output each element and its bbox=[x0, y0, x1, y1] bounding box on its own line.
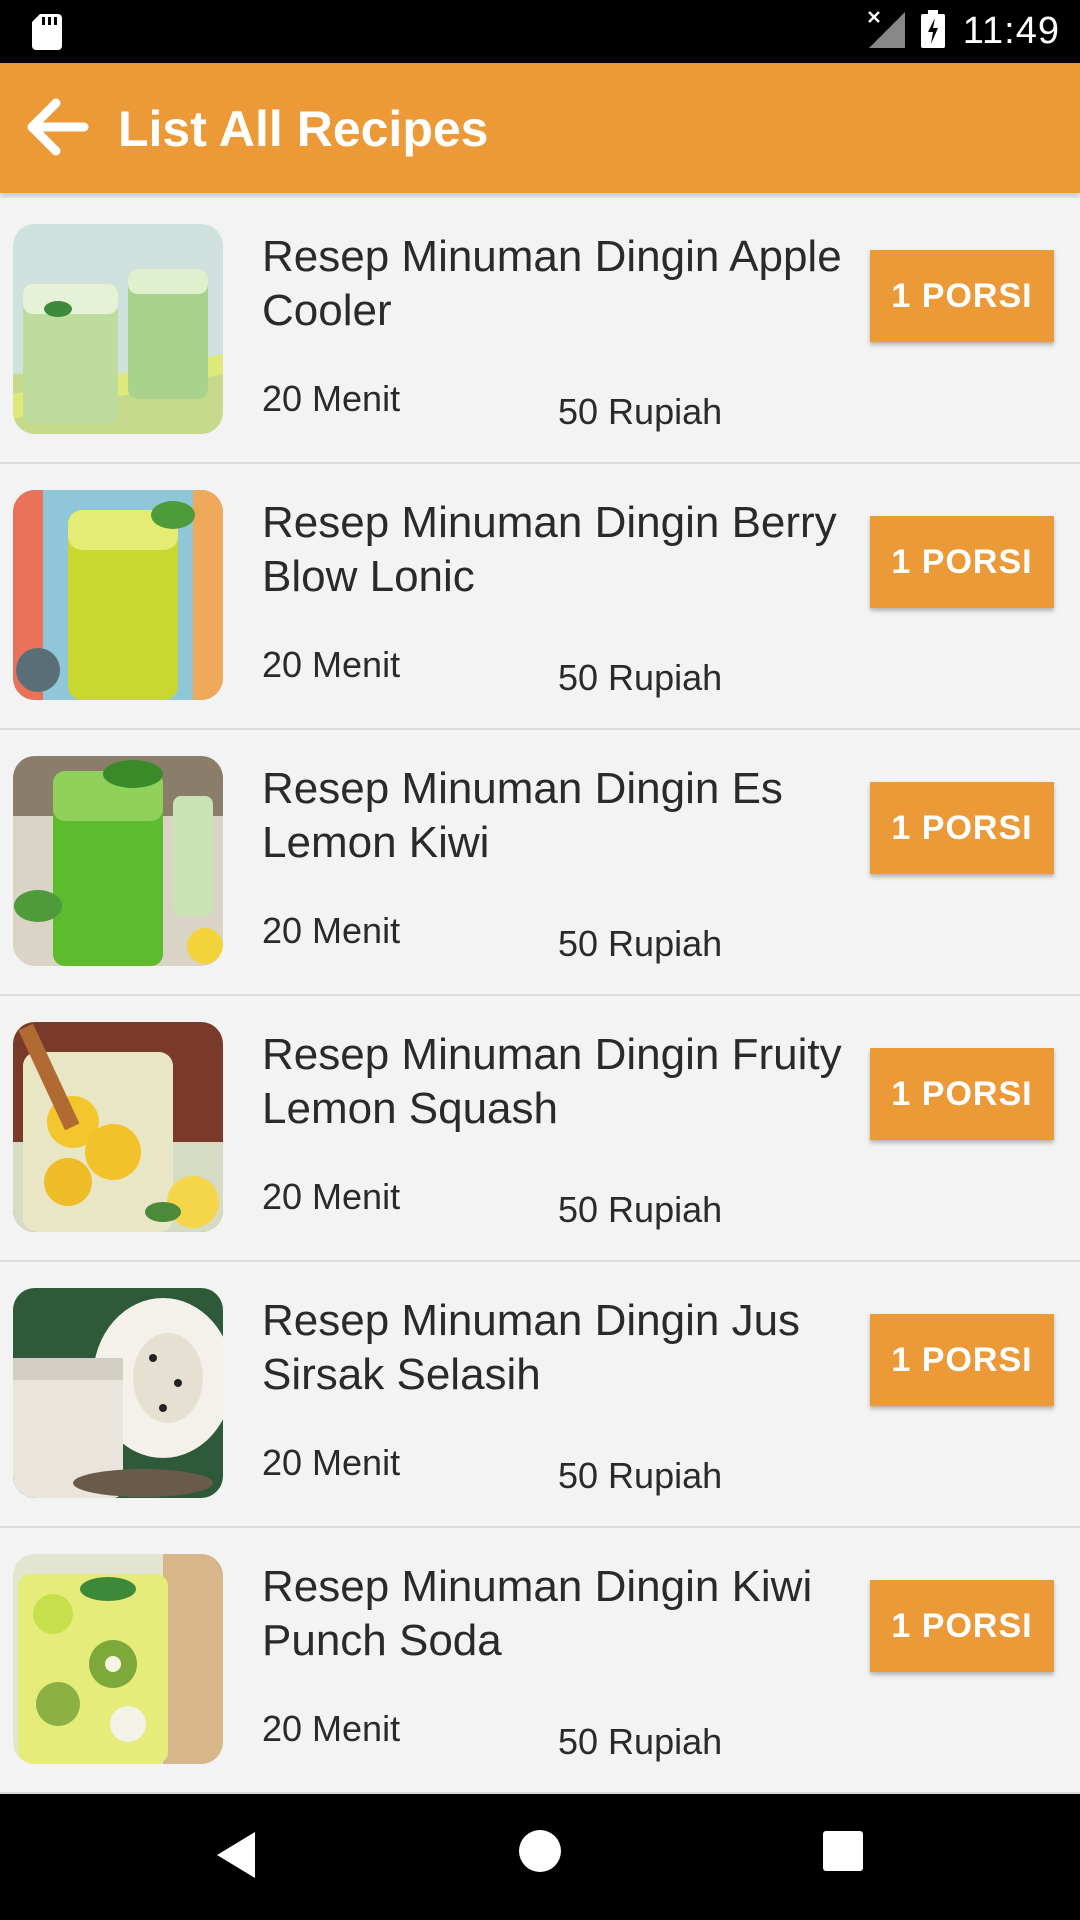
signal-icon bbox=[867, 10, 905, 53]
porsi-button[interactable]: 1 PORSI bbox=[870, 1314, 1054, 1406]
porsi-button[interactable]: 1 PORSI bbox=[870, 1580, 1054, 1672]
recipe-title: Resep Minuman Dingin Berry Blow Lonic bbox=[262, 498, 837, 601]
nav-back-icon bbox=[217, 1832, 255, 1878]
nav-recents-button[interactable] bbox=[823, 1831, 863, 1876]
status-bar: 11:49 bbox=[0, 0, 1080, 63]
battery-charging-icon bbox=[920, 10, 945, 53]
recipe-title: Resep Minuman Dingin Apple Cooler bbox=[262, 232, 842, 335]
recipe-time: 20 Menit bbox=[262, 910, 401, 951]
recipe-title: Resep Minuman Dingin Fruity Lemon Squash bbox=[262, 1030, 842, 1133]
list-item[interactable]: Resep Minuman Dingin Apple Cooler 20 Men… bbox=[0, 198, 1080, 464]
list-item[interactable]: Resep Minuman Dingin Kiwi Punch Soda 20 … bbox=[0, 1528, 1080, 1794]
status-clock: 11:49 bbox=[962, 10, 1060, 52]
recipe-title: Resep Minuman Dingin Kiwi Punch Soda bbox=[262, 1562, 813, 1665]
nav-home-button[interactable] bbox=[518, 1829, 562, 1878]
recipe-time: 20 Menit bbox=[262, 1176, 401, 1217]
app-bar: List All Recipes bbox=[0, 63, 1080, 193]
list-item[interactable]: Resep Minuman Dingin Jus Sirsak Selasih … bbox=[0, 1262, 1080, 1528]
recipe-time: 20 Menit bbox=[262, 1708, 401, 1749]
recipe-list: Resep Minuman Dingin Apple Cooler 20 Men… bbox=[0, 198, 1080, 1794]
recipe-time: 20 Menit bbox=[262, 1442, 401, 1483]
navigation-bar bbox=[0, 1794, 1080, 1920]
recipe-image bbox=[13, 1288, 223, 1498]
recipe-price: 50 Rupiah bbox=[558, 923, 723, 964]
recipe-image bbox=[13, 224, 223, 434]
porsi-button[interactable]: 1 PORSI bbox=[870, 782, 1054, 874]
list-item[interactable]: Resep Minuman Dingin Fruity Lemon Squash… bbox=[0, 996, 1080, 1262]
arrow-back-icon bbox=[27, 98, 89, 156]
nav-recents-icon bbox=[823, 1831, 863, 1871]
porsi-button[interactable]: 1 PORSI bbox=[870, 516, 1054, 608]
recipe-price: 50 Rupiah bbox=[558, 657, 723, 698]
porsi-button[interactable]: 1 PORSI bbox=[870, 250, 1054, 342]
recipe-price: 50 Rupiah bbox=[558, 1189, 723, 1230]
recipe-image bbox=[13, 490, 223, 700]
nav-back-button[interactable] bbox=[215, 1830, 257, 1885]
list-item[interactable]: Resep Minuman Dingin Berry Blow Lonic 20… bbox=[0, 464, 1080, 730]
page-title: List All Recipes bbox=[118, 101, 489, 157]
sd-card-icon bbox=[32, 14, 62, 55]
back-button[interactable] bbox=[26, 95, 90, 159]
recipe-image bbox=[13, 1554, 223, 1764]
recipe-time: 20 Menit bbox=[262, 644, 401, 685]
porsi-button[interactable]: 1 PORSI bbox=[870, 1048, 1054, 1140]
recipe-title: Resep Minuman Dingin Es Lemon Kiwi bbox=[262, 764, 783, 867]
recipe-image bbox=[13, 756, 223, 966]
recipe-price: 50 Rupiah bbox=[558, 391, 723, 432]
recipe-title: Resep Minuman Dingin Jus Sirsak Selasih bbox=[262, 1296, 801, 1399]
recipe-image bbox=[13, 1022, 223, 1232]
recipe-price: 50 Rupiah bbox=[558, 1721, 723, 1762]
nav-home-icon bbox=[519, 1830, 561, 1872]
recipe-price: 50 Rupiah bbox=[558, 1455, 723, 1496]
recipe-time: 20 Menit bbox=[262, 378, 401, 419]
list-item[interactable]: Resep Minuman Dingin Es Lemon Kiwi 20 Me… bbox=[0, 730, 1080, 996]
